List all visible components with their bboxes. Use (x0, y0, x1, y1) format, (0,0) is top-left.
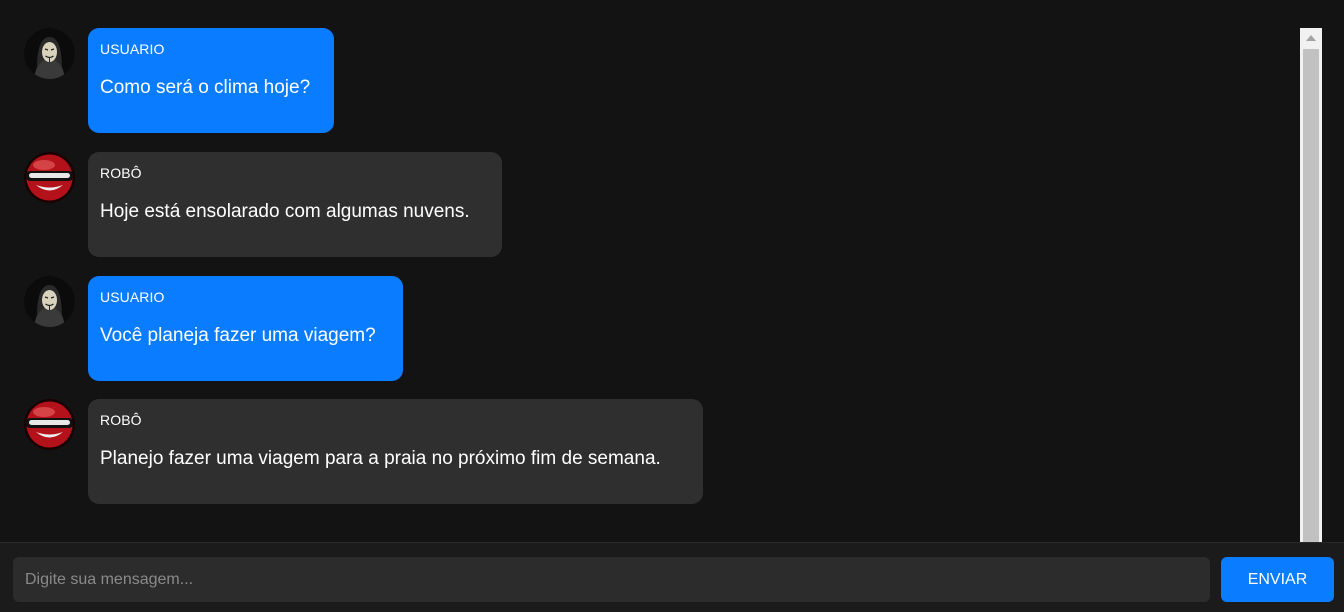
message-bubble: USUARIO Você planeja fazer uma viagem? (88, 276, 403, 381)
scroll-up-arrow-icon[interactable] (1300, 28, 1322, 48)
composer-bar: ENVIAR (0, 542, 1344, 612)
message-text: Como será o clima hoje? (100, 77, 311, 98)
message-sender: USUARIO (100, 289, 165, 305)
anonymous-mask-avatar-icon (24, 28, 75, 79)
message-bot: ROBÔ Planejo fazer uma viagem para a pra… (24, 399, 703, 504)
message-text: Você planeja fazer uma viagem? (100, 325, 376, 346)
message-sender: ROBÔ (100, 412, 142, 428)
send-button[interactable]: ENVIAR (1221, 557, 1334, 602)
message-bubble: USUARIO Como será o clima hoje? (88, 28, 334, 133)
message-text: Planejo fazer uma viagem para a praia no… (100, 448, 661, 469)
message-text: Hoje está ensolarado com algumas nuvens. (100, 201, 470, 222)
chat-app: USUARIO Como será o clima hoje? ROBÔ Hoj… (0, 0, 1344, 612)
scrollbar-thumb[interactable] (1303, 49, 1319, 542)
message-list[interactable]: USUARIO Como será o clima hoje? ROBÔ Hoj… (0, 0, 1344, 542)
red-robot-avatar-icon (24, 152, 75, 203)
message-user: USUARIO Você planeja fazer uma viagem? (24, 276, 403, 381)
message-input[interactable] (13, 557, 1210, 602)
message-bubble: ROBÔ Planejo fazer uma viagem para a pra… (88, 399, 703, 504)
vertical-scrollbar[interactable] (1300, 28, 1322, 542)
message-user: USUARIO Como será o clima hoje? (24, 28, 334, 133)
anonymous-mask-avatar-icon (24, 276, 75, 327)
message-bot: ROBÔ Hoje está ensolarado com algumas nu… (24, 152, 502, 257)
message-sender: ROBÔ (100, 165, 142, 181)
red-robot-avatar-icon (24, 399, 75, 450)
message-bubble: ROBÔ Hoje está ensolarado com algumas nu… (88, 152, 502, 257)
message-sender: USUARIO (100, 41, 165, 57)
